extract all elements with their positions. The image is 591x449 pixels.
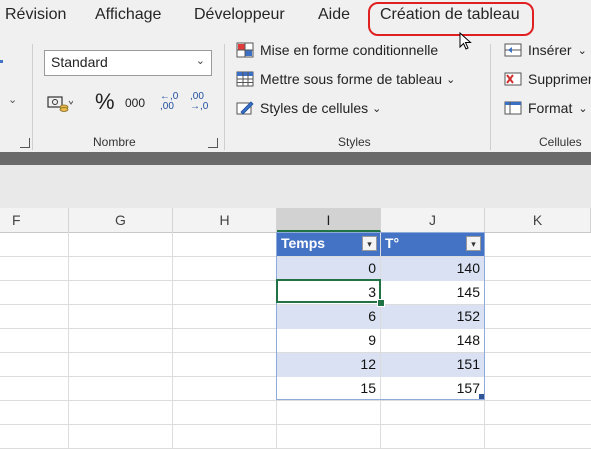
tab-highlight-outline [368, 2, 534, 36]
format-icon [504, 101, 522, 115]
conditional-formatting-label: Mise en forme conditionnelle [260, 42, 439, 58]
grid-line [172, 232, 173, 449]
cell-styles-icon [236, 101, 254, 115]
formula-bar-divider [0, 152, 591, 165]
increase-decimal-button[interactable]: ←,0 ,00 [160, 92, 182, 112]
chevron-down-icon: ⌄ [578, 102, 588, 115]
chevron-down-icon: ⌄ [446, 73, 456, 86]
fill-handle[interactable] [377, 299, 385, 307]
tab-revision[interactable]: Révision [5, 6, 66, 24]
table-resize-handle[interactable] [479, 394, 484, 399]
delete-button[interactable]: Supprimer [504, 71, 591, 87]
format-label: Format [528, 100, 573, 116]
number-format-select[interactable]: Standard ⌄ [44, 50, 212, 76]
table-format-icon [236, 71, 254, 87]
conditional-formatting-button[interactable]: Mise en forme conditionnelle [236, 42, 438, 58]
number-format-value: Standard [51, 54, 108, 70]
dialog-launcher-icon[interactable] [208, 138, 218, 148]
chevron-down-icon: ⌄ [577, 44, 587, 57]
format-as-table-button[interactable]: Mettre sous forme de tableau ⌄ [236, 71, 455, 87]
group-label-cells: Cellules [539, 135, 582, 149]
column-header-g[interactable]: G [69, 208, 173, 232]
chevron-down-icon: ⌄ [372, 102, 382, 115]
chevron-down-icon[interactable]: ⌄ [8, 93, 17, 106]
dialog-launcher-icon[interactable] [20, 138, 30, 148]
tab-aide[interactable]: Aide [318, 6, 350, 24]
accounting-format-icon[interactable] [47, 95, 73, 113]
mouse-pointer-icon [459, 32, 472, 50]
column-headers: F G H I J K [0, 208, 591, 233]
group-separator [32, 44, 33, 150]
cell-styles-label: Styles de cellules [260, 100, 369, 116]
column-header-j[interactable]: J [381, 208, 485, 232]
active-cell-outline [276, 279, 381, 303]
insert-label: Insérer [528, 42, 572, 58]
percent-icon[interactable]: % [95, 89, 115, 115]
table-border [276, 232, 485, 400]
ribbon: Révision Affichage Développeur Aide Créa… [0, 0, 591, 152]
delete-label: Supprimer [528, 71, 591, 87]
delete-icon [504, 72, 522, 86]
group-label-styles: Styles [338, 135, 371, 149]
column-header-i[interactable]: I [277, 208, 381, 232]
column-header-f[interactable]: F [0, 208, 69, 232]
cell-styles-button[interactable]: Styles de cellules ⌄ [236, 100, 381, 116]
group-separator [490, 44, 491, 150]
insert-button[interactable]: Insérer ⌄ [504, 42, 587, 58]
tab-affichage[interactable]: Affichage [95, 6, 161, 24]
column-header-h[interactable]: H [173, 208, 277, 232]
insert-icon [504, 43, 522, 57]
conditional-format-icon [236, 42, 254, 58]
group-label-number: Nombre [93, 135, 136, 149]
partial-icon [0, 60, 3, 63]
grid-line [68, 232, 69, 449]
thousands-separator-button[interactable]: 000 [125, 96, 145, 110]
column-header-k[interactable]: K [485, 208, 591, 232]
format-as-table-label: Mettre sous forme de tableau [260, 71, 443, 87]
chevron-down-icon: ⌄ [195, 55, 205, 67]
formula-bar[interactable] [0, 165, 591, 209]
tab-developpeur[interactable]: Développeur [194, 6, 285, 24]
grid-line [0, 424, 591, 425]
format-button[interactable]: Format ⌄ [504, 100, 588, 116]
decrease-decimal-button[interactable]: ,00 →,0 [190, 92, 212, 112]
group-separator [224, 44, 225, 150]
